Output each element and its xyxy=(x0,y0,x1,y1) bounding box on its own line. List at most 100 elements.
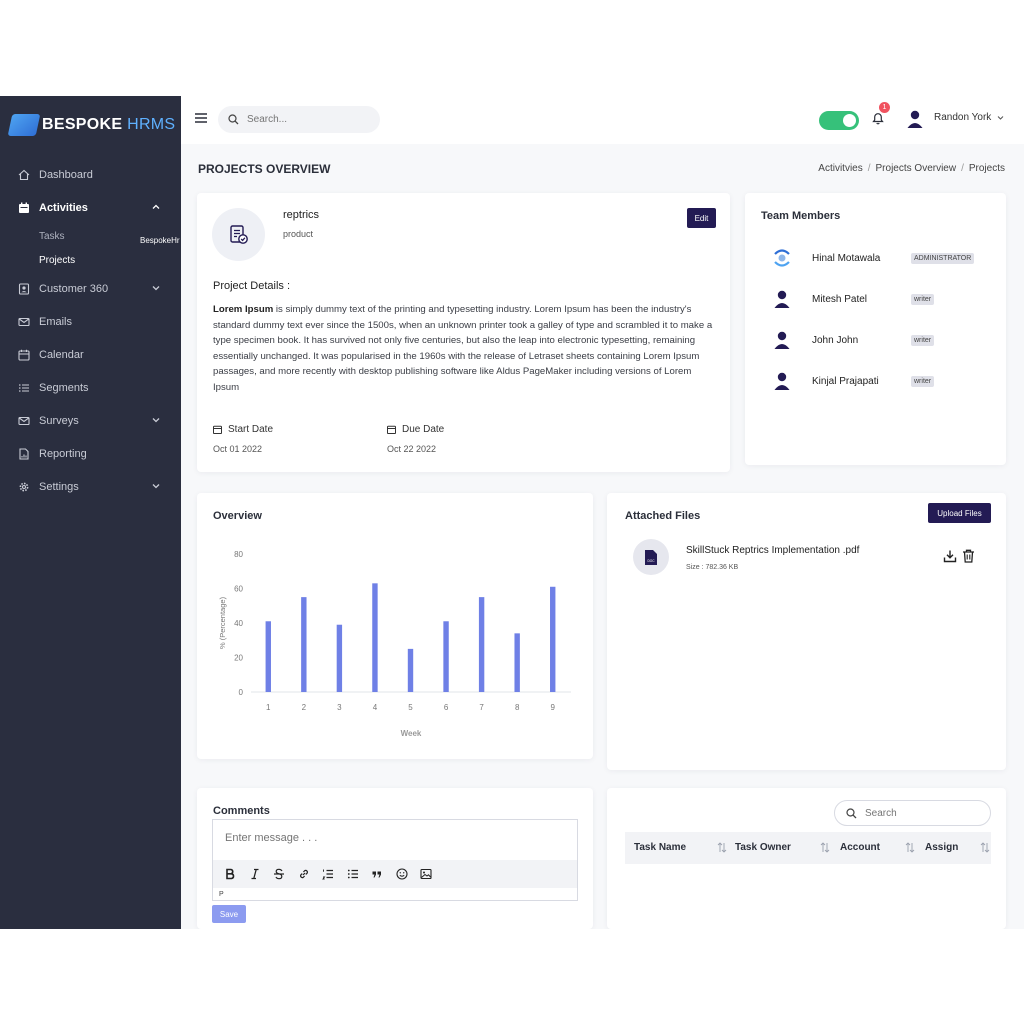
project-name: reptrics xyxy=(283,209,320,221)
breadcrumb-item[interactable]: Projects Overview xyxy=(876,163,957,174)
home-icon xyxy=(18,169,30,181)
breadcrumb-separator: / xyxy=(961,163,964,174)
link-icon[interactable] xyxy=(296,866,312,882)
sidebar-item-label: Activities xyxy=(39,201,88,214)
sidebar-subitem-projects[interactable]: Projects xyxy=(0,248,181,272)
toggle-knob xyxy=(843,114,856,127)
sort-icon[interactable] xyxy=(717,842,727,853)
logo-icon xyxy=(7,114,41,136)
user-icon xyxy=(767,366,797,396)
save-button[interactable]: Save xyxy=(212,905,246,923)
sidebar-item-surveys[interactable]: Surveys xyxy=(0,404,181,437)
sort-icon[interactable] xyxy=(980,842,990,853)
member-name: Hinal Motawala xyxy=(812,252,881,264)
task-search[interactable] xyxy=(834,800,991,826)
task-table-header: Task Name Task Owner Account Assign xyxy=(625,832,991,864)
comment-input[interactable] xyxy=(225,832,525,844)
chevron-down-icon xyxy=(152,286,160,291)
gear-icon xyxy=(18,481,30,493)
column-header-account[interactable]: Account xyxy=(840,842,880,853)
search-icon xyxy=(228,114,239,125)
project-type: product xyxy=(283,229,314,239)
sidebar-item-dashboard[interactable]: Dashboard xyxy=(0,158,181,191)
brand-name: BESPOKE HRMS xyxy=(42,116,176,133)
x-tick-label: 7 xyxy=(479,703,484,712)
mail-icon xyxy=(18,316,30,328)
calendar-icon xyxy=(18,202,30,214)
start-date-value: Oct 01 2022 xyxy=(213,444,263,454)
comment-editor: P xyxy=(212,819,578,901)
project-card: reptrics product Edit Project Details : … xyxy=(197,193,730,472)
file-type-icon: DOC xyxy=(633,539,669,575)
user-icon xyxy=(767,284,797,314)
overview-card: Overview 0 20 40 60 80 1 2 3 4 5 6 7 8 9 Week% (Percen… xyxy=(197,493,593,759)
app-shell: BESPOKE HRMS Dashboard Activities Tasks … xyxy=(0,96,1024,929)
sort-icon[interactable] xyxy=(820,842,830,853)
sidebar-nav: Dashboard Activities Tasks Projects Cust… xyxy=(0,158,181,503)
y-tick-label: 20 xyxy=(234,654,243,663)
chart-bar xyxy=(336,624,343,692)
member-name: John John xyxy=(812,334,859,346)
chevron-down-icon[interactable] xyxy=(997,115,1004,121)
search-icon xyxy=(846,807,857,818)
chevron-down-icon xyxy=(152,418,160,423)
sidebar-item-settings[interactable]: Settings xyxy=(0,470,181,503)
calendar-outline-icon xyxy=(18,349,30,361)
sidebar-item-calendar[interactable]: Calendar xyxy=(0,338,181,371)
italic-icon[interactable] xyxy=(247,866,263,882)
sidebar-item-emails[interactable]: Emails xyxy=(0,305,181,338)
bold-icon[interactable] xyxy=(222,866,238,882)
theme-toggle[interactable] xyxy=(819,111,859,130)
column-header-task-owner[interactable]: Task Owner xyxy=(735,842,791,853)
list-icon xyxy=(18,382,30,394)
team-member-row[interactable]: Kinjal Prajapati writer xyxy=(767,366,997,396)
project-avatar xyxy=(212,208,265,261)
sidebar-item-activities[interactable]: Activities xyxy=(0,191,181,224)
column-header-assign[interactable]: Assign xyxy=(925,842,958,853)
image-icon[interactable] xyxy=(418,866,434,882)
team-members-title: Team Members xyxy=(761,210,841,222)
member-role-badge: writer xyxy=(911,293,935,305)
column-header-task-name[interactable]: Task Name xyxy=(634,842,686,853)
team-member-row[interactable]: Mitesh Patel writer xyxy=(767,284,997,314)
sort-icon[interactable] xyxy=(905,842,915,853)
chart-bar xyxy=(550,586,556,692)
user-name[interactable]: Randon York xyxy=(934,112,991,123)
emoji-icon[interactable] xyxy=(394,866,410,882)
breadcrumb: Activitvies / Projects Overview / Projects xyxy=(818,163,1005,174)
member-role-badge: writer xyxy=(911,334,935,346)
ordered-list-icon[interactable] xyxy=(320,866,336,882)
edit-button[interactable]: Edit xyxy=(687,208,716,228)
header-search[interactable] xyxy=(218,106,380,133)
x-axis-label: Week xyxy=(401,729,422,738)
download-icon[interactable] xyxy=(943,549,957,563)
hamburger-menu-icon[interactable] xyxy=(195,113,207,123)
sidebar-item-label: Customer 360 xyxy=(39,282,109,295)
breadcrumb-item[interactable]: Activitvies xyxy=(818,163,862,174)
search-input[interactable] xyxy=(247,114,367,125)
sidebar-item-reporting[interactable]: Reporting xyxy=(0,437,181,470)
member-role-badge: writer xyxy=(911,375,935,387)
description-lead: Lorem Ipsum xyxy=(213,304,274,315)
calendar-icon xyxy=(213,425,222,434)
strikethrough-icon[interactable] xyxy=(271,866,287,882)
user-icon xyxy=(767,325,797,355)
project-details-title: Project Details : xyxy=(213,280,291,292)
task-search-input[interactable] xyxy=(865,807,975,819)
bullet-list-icon[interactable] xyxy=(345,866,361,882)
team-member-row[interactable]: John John writer xyxy=(767,325,997,355)
sidebar-item-segments[interactable]: Segments xyxy=(0,371,181,404)
team-member-row[interactable]: Hinal Motawala ADMINISTRATOR xyxy=(767,243,997,273)
sidebar-item-customer-360[interactable]: Customer 360 xyxy=(0,272,181,305)
brand-logo[interactable]: BESPOKE HRMS xyxy=(7,114,176,136)
sidebar-item-label: Segments xyxy=(39,381,89,394)
quote-icon[interactable] xyxy=(369,866,385,882)
avatar[interactable] xyxy=(906,109,924,129)
sidebar-item-label: Emails xyxy=(39,315,73,328)
description-body: is simply dummy text of the printing and… xyxy=(213,304,713,393)
due-date-value: Oct 22 2022 xyxy=(387,444,437,454)
file-name[interactable]: SkillStuck Reptrics Implementation .pdf xyxy=(686,545,859,556)
editor-path-tag: P xyxy=(219,891,224,898)
trash-icon[interactable] xyxy=(962,549,975,563)
upload-files-button[interactable]: Upload Files xyxy=(928,503,991,523)
